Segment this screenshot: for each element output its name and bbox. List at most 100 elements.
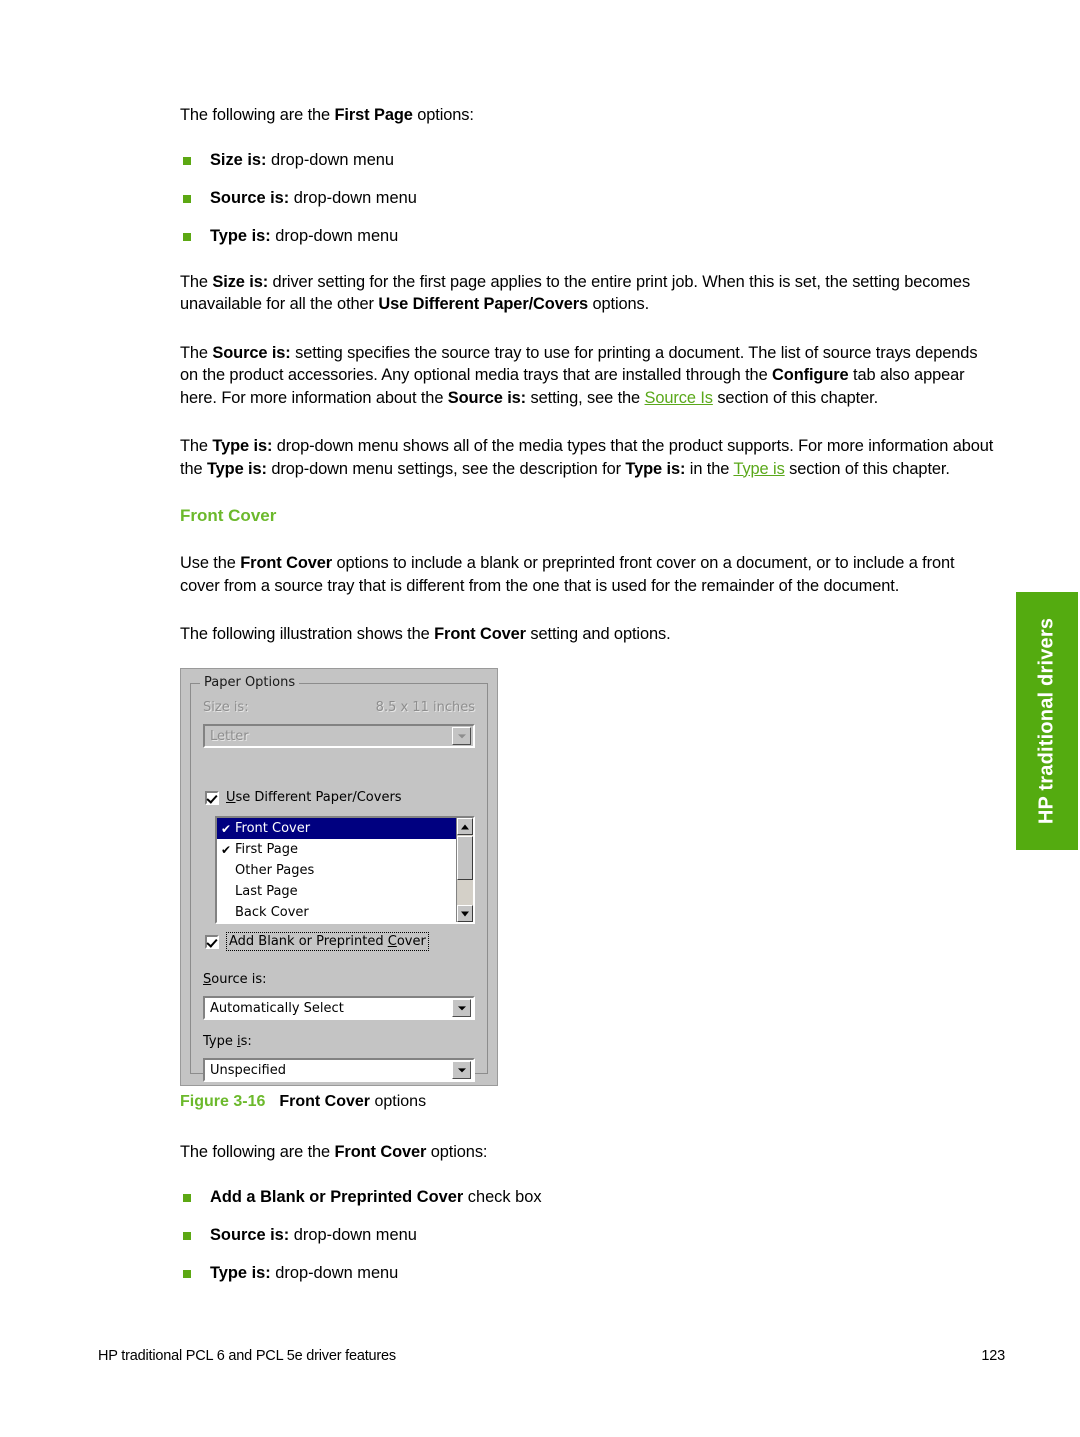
bullet-desc: drop-down menu xyxy=(270,1263,399,1282)
text-bold: Use Different Paper/Covers xyxy=(378,295,589,313)
checkbox-icon[interactable] xyxy=(205,934,219,949)
front-cover-paragraph-1: Use the Front Cover options to include a… xyxy=(180,552,995,597)
chevron-down-icon[interactable] xyxy=(452,999,471,1017)
text-bold: Size is: xyxy=(212,272,269,291)
list-item: Add a Blank or Preprinted Cover check bo… xyxy=(180,1186,995,1208)
text-bold: Source is: xyxy=(447,388,527,407)
square-bullet-icon xyxy=(183,232,191,241)
checkbox-icon[interactable] xyxy=(205,790,219,805)
scrollbar-thumb[interactable] xyxy=(457,836,473,880)
page-footer: HP traditional PCL 6 and PCL 5e driver f… xyxy=(98,1348,1005,1364)
use-different-paper-covers-checkbox[interactable]: Use Different Paper/Covers xyxy=(205,790,402,805)
square-bullet-icon xyxy=(183,156,191,165)
check-icon: ✔ xyxy=(221,842,232,857)
size-is-label: Size is: xyxy=(203,700,249,715)
covers-listbox[interactable]: ✔ Front Cover ✔ First Page Other Pages Las… xyxy=(215,816,475,924)
text-bold: Type is: xyxy=(625,459,686,478)
square-bullet-icon xyxy=(183,194,191,203)
scroll-up-arrow-icon[interactable] xyxy=(457,818,473,835)
list-item: Source is: drop-down menu xyxy=(180,187,995,209)
list-item-label: Back Cover xyxy=(235,905,309,920)
text-run: The following illustration shows the xyxy=(180,625,435,643)
text-bold: Front Cover xyxy=(240,554,333,572)
list-item: Size is: drop-down menu xyxy=(180,149,995,171)
source-is-dropdown[interactable]: Automatically Select xyxy=(203,996,475,1020)
lead-pre: The following are the xyxy=(180,106,335,124)
list-item: Type is: drop-down menu xyxy=(180,1262,995,1284)
bullet-term: Size is: xyxy=(210,150,267,169)
bullet-term: Type is: xyxy=(210,226,271,245)
bullet-desc: drop-down menu xyxy=(289,188,417,207)
bullet-desc: check box xyxy=(463,1187,542,1206)
text-run: options. xyxy=(588,295,650,313)
list-item-first-page[interactable]: ✔ First Page xyxy=(217,839,456,860)
text-run: drop-down menu settings, see the descrip… xyxy=(266,459,626,478)
side-tab-label: HP traditional drivers xyxy=(1035,617,1058,825)
size-dimensions-readout: 8.5 x 11 inches xyxy=(375,700,475,715)
size-is-row: Size is: 8.5 x 11 inches xyxy=(203,700,475,715)
type-is-value: Unspecified xyxy=(210,1062,286,1078)
text-run: Use the xyxy=(180,554,241,572)
front-cover-options-lead: The following are the Front Cover option… xyxy=(180,1141,995,1164)
text-run: The xyxy=(180,437,213,455)
text-run: section of this chapter. xyxy=(712,388,879,407)
source-is-paragraph: The Source is: setting specifies the sou… xyxy=(180,342,995,410)
cross-reference-link-source-is[interactable]: Source Is xyxy=(645,389,713,407)
first-page-options-list: Size is: drop-down menu Source is: drop-… xyxy=(180,149,995,247)
bullet-desc: drop-down menu xyxy=(270,226,399,245)
list-item: Type is: drop-down menu xyxy=(180,225,995,247)
cross-reference-link-type-is[interactable]: Type is xyxy=(733,460,784,478)
list-item-other-pages[interactable]: Other Pages xyxy=(217,860,456,881)
figure-caption-and-options: Figure 3-16 Front Cover options The follo… xyxy=(180,1093,995,1308)
text-bold: Front Cover xyxy=(434,625,526,643)
type-is-dropdown[interactable]: Unspecified xyxy=(203,1058,475,1082)
size-is-dropdown[interactable]: Letter xyxy=(203,724,475,748)
list-item-last-page[interactable]: Last Page xyxy=(217,881,456,902)
lead-post: options: xyxy=(412,106,474,124)
bullet-term: Source is: xyxy=(210,188,290,207)
size-is-value: Letter xyxy=(210,728,249,744)
text-bold: Type is: xyxy=(206,459,267,478)
text-bold: Type is: xyxy=(212,437,273,455)
add-blank-label: Add Blank or Preprinted Cover xyxy=(226,932,429,951)
text-run: section of this chapter. xyxy=(784,459,950,478)
scroll-down-arrow-icon[interactable] xyxy=(457,905,473,922)
text-bold: Source is: xyxy=(212,343,291,362)
text-run: The xyxy=(180,343,213,362)
body-content: The following are the First Page options… xyxy=(180,104,995,672)
covers-listbox-items: ✔ Front Cover ✔ First Page Other Pages Las… xyxy=(217,818,456,922)
size-is-paragraph: The Size is: driver setting for the firs… xyxy=(180,271,995,316)
paper-options-dialog-screenshot: Paper Options Size is: 8.5 x 11 inches L… xyxy=(180,668,498,1086)
bullet-term: Type is: xyxy=(210,1263,271,1282)
text-run: setting and options. xyxy=(525,625,671,643)
list-item-label: First Page xyxy=(235,842,298,857)
list-item-back-cover[interactable]: Back Cover xyxy=(217,902,456,922)
chevron-down-icon[interactable] xyxy=(452,727,471,745)
chevron-down-icon[interactable] xyxy=(452,1061,471,1079)
list-item: Source is: drop-down menu xyxy=(180,1224,995,1246)
square-bullet-icon xyxy=(183,1193,191,1202)
text-bold: Front Cover xyxy=(334,1143,427,1161)
use-different-label: Use Different Paper/Covers xyxy=(226,790,402,805)
source-is-label: Source is: xyxy=(203,972,267,987)
front-cover-options-list: Add a Blank or Preprinted Cover check bo… xyxy=(180,1186,995,1284)
section-heading-front-cover: Front Cover xyxy=(180,506,277,525)
figure-number: Figure 3-16 xyxy=(180,1093,266,1110)
type-is-label: Type is: xyxy=(203,1034,252,1049)
text-run: The xyxy=(180,272,213,291)
figure-caption: Figure 3-16 Front Cover options xyxy=(180,1093,995,1111)
list-item-label: Other Pages xyxy=(235,863,315,878)
front-cover-paragraph-2: The following illustration shows the Fro… xyxy=(180,623,995,646)
lead-bold: First Page xyxy=(334,106,413,124)
add-blank-or-preprinted-cover-checkbox[interactable]: Add Blank or Preprinted Cover xyxy=(205,932,429,951)
text-run: setting, see the xyxy=(526,388,645,407)
bullet-term: Add a Blank or Preprinted Cover xyxy=(210,1187,464,1206)
side-tab-hp-traditional-drivers: HP traditional drivers xyxy=(1016,592,1078,850)
text-bold: Configure xyxy=(772,366,849,384)
list-item-front-cover[interactable]: ✔ Front Cover xyxy=(217,818,456,839)
square-bullet-icon xyxy=(183,1231,191,1240)
bullet-desc: drop-down menu xyxy=(266,150,395,169)
listbox-scrollbar[interactable] xyxy=(456,818,473,922)
document-page: The following are the First Page options… xyxy=(0,0,1080,1437)
check-icon: ✔ xyxy=(221,821,232,836)
